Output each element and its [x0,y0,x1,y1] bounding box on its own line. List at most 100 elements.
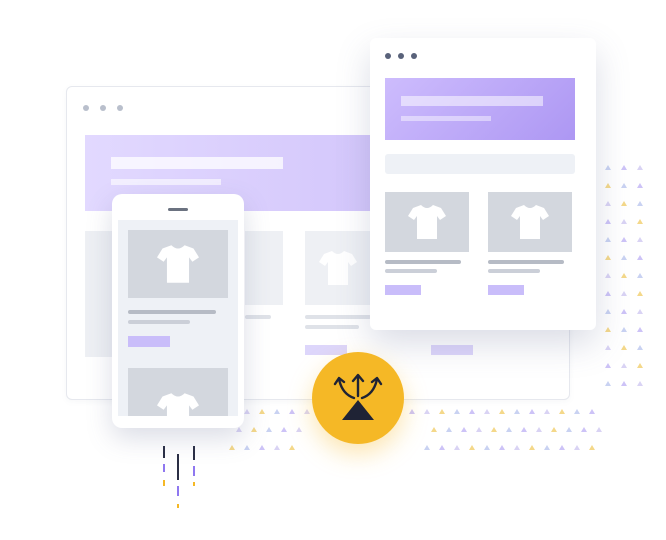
decorative-triangle [621,165,627,170]
decorative-triangle [621,291,627,296]
distribution-badge [312,352,404,444]
window-dot [385,53,391,59]
decorative-triangle [605,381,611,386]
branching-arrows-icon [333,373,383,420]
decorative-triangle [621,273,627,278]
decorative-triangle [605,273,611,278]
desktop-product-card [245,231,283,305]
decorative-triangle [491,427,497,432]
search-bar [385,154,575,174]
add-to-cart-button [128,336,170,347]
decorative-triangle [409,409,415,414]
decorative-triangle [484,445,490,450]
phone-screen [118,220,238,416]
phone-speaker [168,208,188,211]
hero-title-bar [401,96,543,106]
decorative-triangle [637,219,643,224]
decorative-triangle [574,409,580,414]
decorative-triangle [544,445,550,450]
decorative-triangle [476,427,482,432]
product-price-line [128,320,190,324]
product-price-line [488,269,540,273]
product-image [385,192,469,252]
decorative-triangle [469,445,475,450]
window-dot [117,105,123,111]
decorative-triangle [605,291,611,296]
decorative-triangle [431,427,437,432]
tshirt-icon [408,205,446,239]
decorative-triangle [637,183,643,188]
decorative-triangle [274,445,280,450]
decorative-triangle [605,165,611,170]
decorative-triangle [637,273,643,278]
decorative-triangle [259,409,265,414]
decorative-triangle [596,427,602,432]
decorative-triangle [529,409,535,414]
decorative-triangle [499,445,505,450]
decorative-triangle [514,409,520,414]
decorative-triangle [469,409,475,414]
decorative-triangle [605,183,611,188]
decorative-triangle [637,255,643,260]
window-dot [100,105,106,111]
decorative-triangle [581,427,587,432]
decorative-triangle [605,309,611,314]
decorative-triangle [514,445,520,450]
decorative-triangle [521,427,527,432]
decorative-triangle [499,409,505,414]
decorative-triangle [244,445,250,450]
decorative-triangle [424,445,430,450]
decorative-triangle [637,165,643,170]
tshirt-icon [157,393,199,416]
decorative-triangle [589,409,595,414]
decorative-triangle [424,409,430,414]
decorative-triangle [281,427,287,432]
product-line [305,325,359,329]
window-dot [411,53,417,59]
decorative-triangle [589,445,595,450]
product-price-line [385,269,437,273]
decorative-triangle [605,345,611,350]
decorative-triangle [559,445,565,450]
decorative-triangle [605,327,611,332]
decorative-triangle [274,409,280,414]
decorative-triangle [439,445,445,450]
decorative-triangle [621,363,627,368]
motion-lines [163,446,195,508]
product-title-line [385,260,461,264]
decorative-triangle [621,201,627,206]
decorative-triangle [454,445,460,450]
decorative-triangle [637,381,643,386]
decorative-triangle [536,427,542,432]
product-image [128,230,228,298]
product-title-line [128,310,216,314]
decorative-triangle [637,363,643,368]
decorative-triangle [544,409,550,414]
decorative-triangle [637,345,643,350]
decorative-triangle [229,445,235,450]
decorative-triangle [506,427,512,432]
product-line [245,315,271,319]
decorative-triangle [605,201,611,206]
decorative-triangle [605,363,611,368]
phone-device [112,194,244,428]
decorative-triangle [454,409,460,414]
decorative-triangle [289,445,295,450]
decorative-triangle [446,427,452,432]
tshirt-icon [157,245,199,283]
decorative-triangle [559,409,565,414]
browser-hero-banner [385,78,575,140]
decorative-triangle [605,219,611,224]
decorative-triangle [637,237,643,242]
window-dot [398,53,404,59]
decorative-triangle [461,427,467,432]
add-to-cart-button [488,285,524,295]
decorative-triangle [566,427,572,432]
add-to-cart-button [385,285,421,295]
product-line [305,315,371,319]
decorative-triangle [244,409,250,414]
decorative-triangle [605,237,611,242]
decorative-triangle [621,255,627,260]
hero-subtitle-bar [111,179,221,185]
decorative-triangle [304,409,310,414]
